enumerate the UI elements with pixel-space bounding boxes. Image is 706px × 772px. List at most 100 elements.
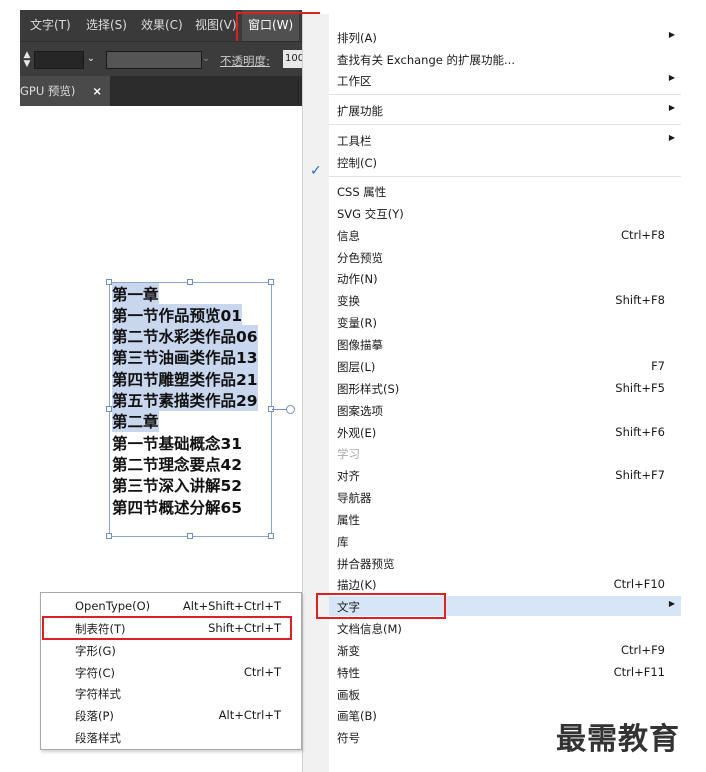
menu-item-label: 字符(C) [75,666,116,680]
menu-separator [329,124,681,125]
menu-item-attributes[interactable]: 特性 Ctrl+F11 [329,662,681,682]
menu-item-shortcut: Alt+Ctrl+T [218,708,281,722]
menu-item-separations-preview[interactable]: 分色预览 [329,247,681,267]
menu-item-toolbars[interactable]: 工具栏 ▶ [329,130,681,150]
menu-item-info[interactable]: 信息 Ctrl+F8 [329,225,681,245]
menu-item-actions[interactable]: 动作(N) [329,268,681,288]
menu-item-svg-interactivity[interactable]: SVG 交互(Y) [329,203,681,223]
menu-item-shortcut: Shift+F8 [615,293,665,307]
close-icon[interactable]: × [92,76,102,106]
menu-view[interactable]: 视图(V) [195,10,237,41]
text-line: 第四节雕塑类作品21 [112,368,258,390]
text-frame[interactable]: 第一章 第一节作品预览01 第二节水彩类作品06 第三节油画类作品13 第四节雕… [106,279,274,539]
menu-item-learn: 学习 [329,443,681,463]
resize-handle[interactable] [106,533,112,539]
menu-select[interactable]: 选择(S) [86,10,127,41]
watermark: 最需教育 [556,722,680,757]
menu-item-align[interactable]: 对齐 Shift+F7 [329,465,681,485]
chevron-down-icon[interactable]: ⌄ [200,51,212,69]
document-tab-bar: GPU 预览) × [20,76,302,106]
style-swatch-field[interactable] [106,51,202,69]
menu-item-label: 描边(K) [337,578,377,592]
menu-separator [329,176,681,177]
menu-effect[interactable]: 效果(C) [141,10,183,41]
submenu-item-paragraph[interactable]: 段落(P) Alt+Ctrl+T [41,705,301,725]
menu-item-label: 工具栏 [337,134,372,148]
menu-item-label: 变量(R) [337,316,377,330]
submenu-arrow-icon: ▶ [668,30,675,39]
check-icon: ✓ [310,163,322,179]
menu-item-label: 符号 [337,731,360,745]
menu-item-label: 控制(C) [337,156,378,170]
menu-item-appearance[interactable]: 外观(E) Shift+F6 [329,422,681,442]
opacity-label[interactable]: 不透明度: [220,53,270,69]
menu-item-label: 库 [337,535,349,549]
menu-item-image-trace[interactable]: 图像描摹 [329,334,681,354]
menu-item-graphic-styles[interactable]: 图形样式(S) Shift+F5 [329,378,681,398]
chevron-down-icon[interactable]: ⌄ [84,51,98,69]
text-line: 第五节素描类作品29 [112,389,258,411]
submenu-item-paragraph-styles[interactable]: 段落样式 [41,727,301,747]
submenu-item-glyphs[interactable]: 字形(G) [41,640,301,660]
menu-item-shortcut: F7 [651,359,665,373]
menu-item-label: 信息 [337,229,360,243]
out-port-handle[interactable] [286,405,295,414]
menu-item-arrange[interactable]: 排列(A) ▶ [329,27,681,47]
menu-item-find-extensions[interactable]: 查找有关 Exchange 的扩展功能... [329,49,681,69]
menu-item-libraries[interactable]: 库 [329,531,681,551]
menu-item-label: 属性 [337,513,360,527]
menu-item-css-properties[interactable]: CSS 属性 [329,181,681,201]
menu-item-shortcut: Shift+F7 [615,468,665,482]
submenu-item-opentype[interactable]: OpenType(O) Alt+Shift+Ctrl+T [41,596,301,616]
menu-item-label: 图像描摹 [337,338,383,352]
menu-item-label: OpenType(O) [75,599,151,613]
document-tab-label: GPU 预览) [20,84,76,98]
submenu-item-character[interactable]: 字符(C) Ctrl+T [41,662,301,682]
menu-item-label: 段落样式 [75,731,121,745]
menu-item-shortcut: Ctrl+F9 [620,643,665,657]
menu-item-flattener-preview[interactable]: 拼合器预览 [329,553,681,573]
menu-item-label: 图层(L) [337,360,376,374]
resize-handle[interactable] [268,279,274,285]
menu-item-layers[interactable]: 图层(L) F7 [329,356,681,376]
menu-item-label: 图形样式(S) [337,382,400,396]
menu-item-label: 画板 [337,688,360,702]
menu-item-properties[interactable]: 属性 [329,509,681,529]
menu-item-label: 画笔(B) [337,709,377,723]
resize-handle[interactable] [187,533,193,539]
menu-item-label: 字符样式 [75,687,121,701]
menu-item-gradient[interactable]: 渐变 Ctrl+F9 [329,640,681,660]
resize-handle[interactable] [268,533,274,539]
menu-item-document-info[interactable]: 文档信息(M) [329,618,681,638]
menu-item-workspace[interactable]: 工作区 ▶ [329,70,681,90]
menu-item-label: 导航器 [337,491,372,505]
menu-item-control[interactable]: 控制(C) [329,152,681,172]
menu-type[interactable]: 文字(T) [30,10,71,41]
menu-item-label: 工作区 [337,74,372,88]
stroke-weight-field[interactable] [34,51,84,69]
menu-item-artboards[interactable]: 画板 [329,684,681,704]
menu-item-stroke[interactable]: 描边(K) Ctrl+F10 [329,574,681,594]
submenu-arrow-icon: ▶ [668,73,675,82]
menu-item-navigator[interactable]: 导航器 [329,487,681,507]
resize-handle[interactable] [187,279,193,285]
menu-item-transform[interactable]: 变换 Shift+F8 [329,290,681,310]
stepper-arrows-icon[interactable]: ▲ ▼ [22,51,32,69]
text-line: 第四节概述分解65 [112,499,243,517]
tabs-item-highlight-box [42,616,292,640]
menu-item-label: 渐变 [337,644,360,658]
menu-separator [329,94,681,95]
menu-item-label: 图案选项 [337,404,383,418]
text-line: 第一节作品预览01 [112,304,243,326]
menu-item-shortcut: Ctrl+T [243,665,281,679]
submenu-arrow-icon: ▶ [668,599,675,608]
menu-item-label: 对齐 [337,469,360,483]
menu-item-label: 学习 [337,447,360,461]
menu-item-label: 动作(N) [337,272,378,286]
menu-item-shortcut: Ctrl+F11 [613,665,665,679]
menu-item-variables[interactable]: 变量(R) [329,312,681,332]
menu-item-extensions[interactable]: 扩展功能 ▶ [329,100,681,120]
document-tab[interactable]: GPU 预览) × [20,76,110,106]
menu-item-pattern-options[interactable]: 图案选项 [329,400,681,420]
submenu-item-character-styles[interactable]: 字符样式 [41,683,301,703]
